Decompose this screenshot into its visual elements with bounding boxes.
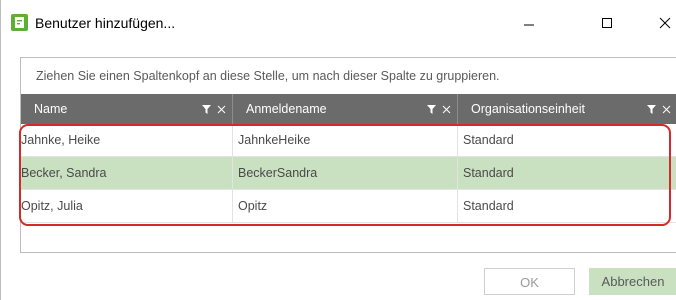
close-icon <box>659 17 671 29</box>
table-row[interactable]: Jahnke, Heike JahnkeHeike Standard <box>21 124 676 157</box>
column-header-login[interactable]: Anmeldename <box>233 94 458 124</box>
grid-header: Name Anmeldename Organisationseinheit <box>21 94 676 124</box>
cell-org-unit: Standard <box>463 166 514 180</box>
grid-body: Jahnke, Heike JahnkeHeike Standard Becke… <box>21 124 676 223</box>
minimize-button[interactable] <box>506 8 552 38</box>
filter-icon[interactable] <box>647 104 656 114</box>
group-hint-text: Ziehen Sie einen Spaltenkopf an diese St… <box>36 69 500 83</box>
group-panel[interactable]: Ziehen Sie einen Spaltenkopf an diese St… <box>21 58 676 94</box>
maximize-button[interactable] <box>584 8 630 38</box>
cell-login: Opitz <box>233 190 458 222</box>
column-header-org-unit[interactable]: Organisationseinheit <box>458 94 676 124</box>
user-grid: Ziehen Sie einen Spaltenkopf an diese St… <box>20 57 676 253</box>
table-row[interactable]: Opitz, Julia Opitz Standard <box>21 190 676 223</box>
column-header-name[interactable]: Name <box>21 94 233 124</box>
add-user-dialog: Benutzer hinzufügen... Ziehen Sie einen … <box>0 0 676 300</box>
ok-button[interactable]: OK <box>484 268 575 295</box>
cell-name: Becker, Sandra <box>21 157 233 189</box>
cell-name: Opitz, Julia <box>21 190 233 222</box>
title-bar: Benutzer hinzufügen... <box>1 0 676 50</box>
minimize-icon <box>524 24 534 26</box>
clear-filter-icon[interactable] <box>442 105 451 114</box>
close-button[interactable] <box>642 8 676 38</box>
column-header-label: Name <box>34 102 68 116</box>
clear-filter-icon[interactable] <box>217 105 226 114</box>
column-header-label: Organisationseinheit <box>471 102 585 116</box>
cell-login: JahnkeHeike <box>233 124 458 156</box>
cell-name: Jahnke, Heike <box>21 124 233 156</box>
maximize-icon <box>602 18 612 28</box>
cell-login: BeckerSandra <box>233 157 458 189</box>
cell-org-unit: Standard <box>463 133 514 147</box>
window-title: Benutzer hinzufügen... <box>35 15 176 31</box>
app-icon <box>11 14 28 31</box>
cell-org-unit: Standard <box>463 199 514 213</box>
column-header-label: Anmeldename <box>246 102 327 116</box>
filter-icon[interactable] <box>427 104 436 114</box>
cancel-button[interactable]: Abbrechen <box>589 268 676 295</box>
filter-icon[interactable] <box>202 104 211 114</box>
clear-filter-icon[interactable] <box>662 105 671 114</box>
table-row[interactable]: Becker, Sandra BeckerSandra Standard <box>21 157 676 190</box>
